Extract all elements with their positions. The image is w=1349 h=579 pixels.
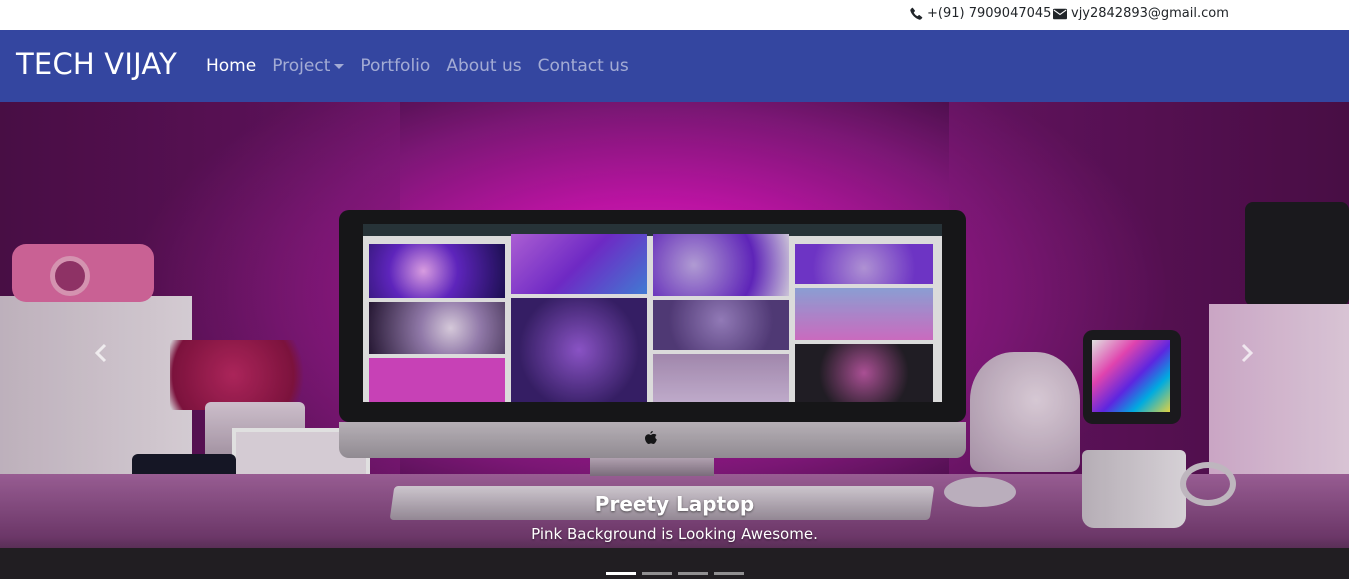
caption-title: Preety Laptop — [594, 492, 755, 516]
nav-item-about[interactable]: About us — [446, 56, 521, 76]
carousel-indicator[interactable] — [606, 572, 636, 575]
nav-item-contact[interactable]: Contact us — [538, 56, 629, 76]
phone-contact[interactable]: +(91) 7909047045 — [910, 6, 1051, 21]
nav-item-label: Project — [272, 56, 331, 76]
caret-down-icon — [334, 63, 345, 69]
carousel-indicator[interactable] — [642, 572, 672, 575]
top-contact-bar: +(91) 7909047045 vjy2842893@gmail.com — [0, 0, 1349, 30]
chevron-left-icon — [94, 343, 107, 363]
hero-carousel: Preety Laptop Pink Background is Looking… — [0, 102, 1349, 579]
carousel-indicator[interactable] — [714, 572, 744, 575]
brand-logo[interactable]: TECH VIJAY — [16, 47, 177, 81]
caption-text: Pink Background is Looking Awesome. — [531, 525, 818, 543]
chevron-right-icon — [1241, 343, 1254, 363]
nav-menu: Home Project Portfolio About us Contact … — [206, 56, 645, 76]
phone-number: +(91) 7909047045 — [927, 6, 1052, 21]
nav-item-label: Home — [206, 56, 257, 76]
email-contact[interactable]: vjy2842893@gmail.com — [1053, 6, 1229, 21]
carousel-indicator[interactable] — [678, 572, 708, 575]
carousel-indicators — [606, 572, 750, 575]
envelope-icon — [1053, 8, 1067, 19]
carousel-prev-button[interactable] — [86, 338, 116, 368]
nav-item-label: Contact us — [537, 56, 629, 76]
email-address: vjy2842893@gmail.com — [1071, 6, 1229, 21]
nav-item-label: About us — [446, 56, 522, 76]
main-navbar: TECH VIJAY Home Project Portfolio About … — [0, 30, 1349, 102]
nav-item-home[interactable]: Home — [206, 56, 256, 76]
phone-icon — [910, 7, 923, 20]
carousel-next-button[interactable] — [1232, 338, 1262, 368]
nav-item-portfolio[interactable]: Portfolio — [360, 56, 430, 76]
nav-item-label: Portfolio — [360, 56, 431, 76]
nav-item-project[interactable]: Project — [272, 56, 345, 76]
